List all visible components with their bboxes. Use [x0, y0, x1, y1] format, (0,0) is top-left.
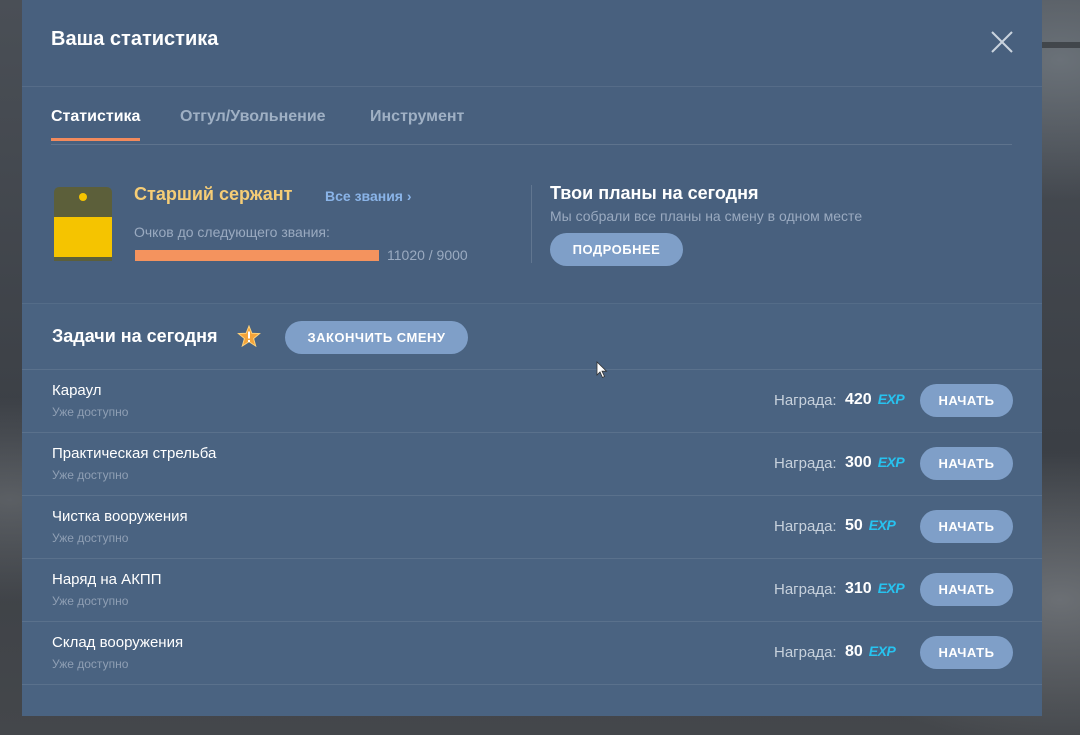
mouse-cursor-icon — [596, 361, 608, 379]
reward-value: 310 EXP — [845, 580, 905, 598]
modal-header: Ваша статистика — [22, 0, 1042, 87]
reward-amount: 420 — [845, 391, 872, 408]
divider — [531, 185, 532, 263]
exp-unit: EXP — [868, 643, 896, 659]
end-shift-button[interactable]: ЗАКОНЧИТЬ СМЕНУ — [285, 321, 468, 354]
rank-area: Старший сержант Все звания › Очков до сл… — [22, 160, 1042, 303]
statistics-modal: Ваша статистика Статистика Отгул/Увольне… — [22, 0, 1042, 716]
details-button[interactable]: ПОДРОБНЕЕ — [550, 233, 683, 266]
task-row: Наряд на АКПП Уже доступно Награда: 310 E… — [22, 558, 1042, 621]
reward-amount: 50 — [845, 517, 863, 534]
task-name: Практическая стрельба — [52, 445, 217, 462]
start-button[interactable]: НАЧАТЬ — [920, 510, 1013, 543]
rank-progress-bar — [135, 250, 379, 261]
reward-value: 420 EXP — [845, 391, 905, 409]
task-status: Уже доступно — [52, 657, 129, 671]
tab-statistics[interactable]: Статистика — [51, 108, 141, 141]
all-ranks-link[interactable]: Все звания › — [325, 188, 412, 204]
exp-unit: EXP — [877, 580, 905, 596]
task-row: Караул Уже доступно Награда: 420 EXP НАЧА… — [22, 369, 1042, 432]
reward-value: 80 EXP — [845, 643, 896, 661]
star-exclamation-icon — [237, 324, 261, 349]
task-status: Уже доступно — [52, 531, 129, 545]
exp-unit: EXP — [877, 391, 905, 407]
task-name: Склад вооружения — [52, 634, 184, 651]
start-button[interactable]: НАЧАТЬ — [920, 636, 1013, 669]
tasks-title: Задачи на сегодня — [52, 326, 218, 346]
exp-unit: EXP — [868, 517, 896, 533]
reward-label: Награда: — [774, 518, 837, 535]
task-name: Чистка вооружения — [52, 508, 188, 525]
exp-unit: EXP — [877, 454, 905, 470]
plans-title: Твои планы на сегодня — [550, 183, 759, 203]
reward-label: Награда: — [774, 644, 837, 661]
start-button[interactable]: НАЧАТЬ — [920, 447, 1013, 480]
reward-amount: 300 — [845, 454, 872, 471]
tasks-section: Задачи на сегодня ЗАКОНЧИТЬ СМЕНУ Караул… — [22, 303, 1042, 716]
task-name: Караул — [52, 382, 102, 399]
modal-title: Ваша статистика — [51, 28, 219, 50]
tab-bar: Статистика Отгул/Увольнение Инструмент — [51, 104, 1012, 145]
task-row: Чистка вооружения Уже доступно Награда: … — [22, 495, 1042, 558]
reward-amount: 310 — [845, 580, 872, 597]
plans-subtitle: Мы собрали все планы на смену в одном ме… — [550, 208, 863, 224]
points-value: 11020 / 9000 — [387, 247, 468, 263]
task-status: Уже доступно — [52, 405, 129, 419]
reward-value: 50 EXP — [845, 517, 896, 535]
task-list: Караул Уже доступно Награда: 420 EXP НАЧА… — [22, 369, 1042, 685]
task-status: Уже доступно — [52, 594, 129, 608]
tab-tool[interactable]: Инструмент — [370, 108, 464, 138]
points-label: Очков до следующего звания: — [134, 224, 330, 240]
reward-value: 300 EXP — [845, 454, 905, 472]
reward-amount: 80 — [845, 643, 863, 660]
rank-progress-fill — [135, 250, 379, 261]
task-row: Практическая стрельба Уже доступно Награ… — [22, 432, 1042, 495]
start-button[interactable]: НАЧАТЬ — [920, 384, 1013, 417]
rank-badge-icon — [52, 185, 114, 263]
reward-label: Награда: — [774, 455, 837, 472]
task-row: Склад вооружения Уже доступно Награда: 8… — [22, 621, 1042, 685]
task-status: Уже доступно — [52, 468, 129, 482]
task-name: Наряд на АКПП — [52, 571, 162, 588]
rank-name: Старший сержант — [134, 184, 293, 204]
start-button[interactable]: НАЧАТЬ — [920, 573, 1013, 606]
reward-label: Награда: — [774, 581, 837, 598]
close-icon[interactable] — [990, 30, 1014, 54]
tab-leave-dismissal[interactable]: Отгул/Увольнение — [180, 108, 326, 138]
reward-label: Награда: — [774, 392, 837, 409]
